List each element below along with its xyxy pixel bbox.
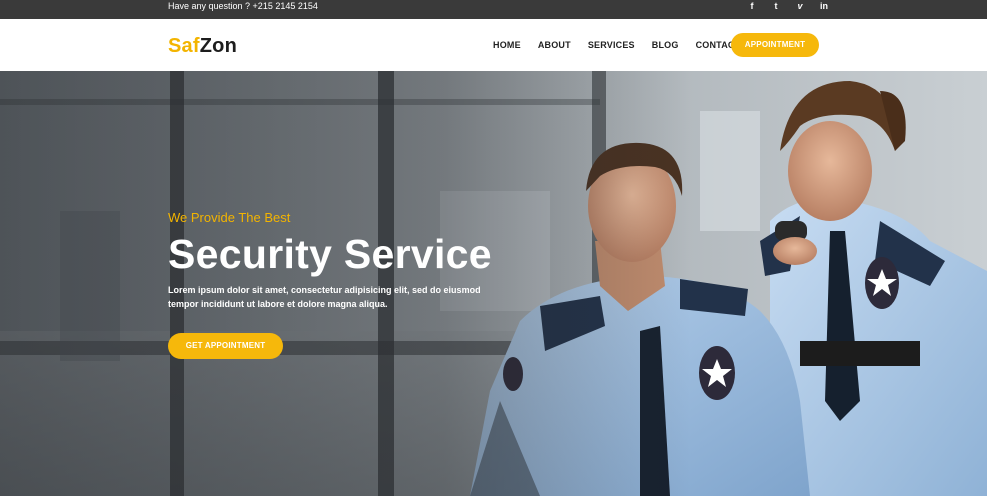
vimeo-icon[interactable]: v [795, 0, 805, 12]
social-links: f t v in [747, 0, 829, 12]
appointment-button[interactable]: APPOINTMENT [731, 33, 819, 57]
logo-text-saf: Saf [168, 35, 200, 57]
nav-about[interactable]: ABOUT [538, 39, 571, 51]
hero-tagline: We Provide The Best [168, 210, 291, 225]
nav-home[interactable]: HOME [493, 39, 521, 51]
hero-description: Lorem ipsum dolor sit amet, consectetur … [168, 285, 481, 309]
twitter-icon[interactable]: t [771, 0, 781, 12]
hero-title: Security Service [168, 231, 492, 277]
facebook-icon[interactable]: f [747, 0, 757, 12]
hero-section: We Provide The Best Security Service Lor… [0, 71, 987, 496]
logo-text-zon: Zon [199, 35, 237, 57]
top-bar: Have any question ? +215 2145 2154 f t v… [0, 0, 987, 19]
linkedin-icon[interactable]: in [819, 0, 829, 12]
main-nav: HOME ABOUT SERVICES BLOG CONTACT [493, 39, 757, 51]
site-logo[interactable]: SafZon [168, 35, 237, 58]
nav-blog[interactable]: BLOG [652, 39, 679, 51]
get-appointment-button[interactable]: GET APPOINTMENT [168, 333, 283, 359]
nav-services[interactable]: SERVICES [588, 39, 635, 51]
site-header: SafZon HOME ABOUT SERVICES BLOG CONTACT … [0, 19, 987, 71]
contact-question: Have any question ? +215 2145 2154 [168, 1, 318, 11]
